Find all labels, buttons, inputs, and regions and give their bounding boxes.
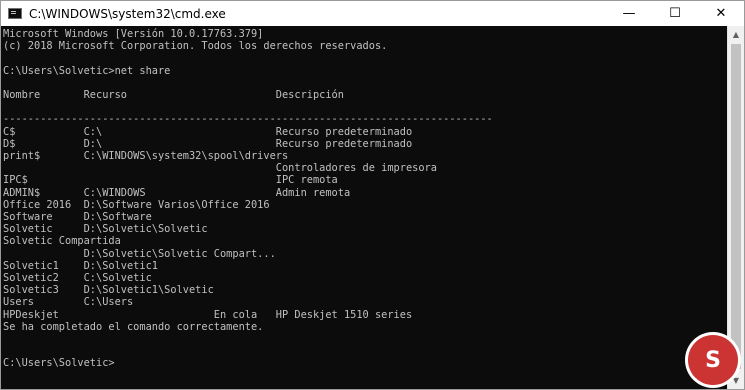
console-text: Microsoft Windows [Versión 10.0.17763.37… (1, 26, 727, 370)
cmd-window: C:\WINDOWS\system32\cmd.exe — ☐ ✕ Micros… (0, 0, 745, 390)
console-line: Office 2016 D:\Software Varios\Office 20… (3, 198, 270, 211)
console-line: Solvetic D:\Solvetic\Solvetic (3, 223, 208, 236)
title-bar[interactable]: C:\WINDOWS\system32\cmd.exe — ☐ ✕ (1, 1, 744, 26)
console-output[interactable]: Microsoft Windows [Versión 10.0.17763.37… (1, 26, 727, 389)
minimize-button[interactable]: — (606, 1, 652, 26)
console-line: Solvetic Compartida (3, 235, 121, 248)
scroll-up-arrow-icon[interactable]: ▲ (728, 26, 744, 43)
console-line: ----------------------------------------… (3, 113, 493, 126)
vertical-scrollbar[interactable]: ▲ ▼ (727, 26, 744, 389)
window-title: C:\WINDOWS\system32\cmd.exe (29, 6, 226, 21)
console-line: Software D:\Software (3, 211, 152, 224)
console-line: D:\Solvetic\Solvetic Compart... (3, 247, 276, 260)
console-line: Controladores de impresora (3, 162, 437, 175)
console-line: Nombre Recurso Descripción (3, 89, 344, 102)
window-controls: — ☐ ✕ (606, 1, 744, 26)
scrollbar-thumb[interactable] (731, 44, 741, 369)
console-line: Microsoft Windows [Versión 10.0.17763.37… (3, 28, 264, 40)
console-line: HPDeskjet En cola HP Deskjet 1510 series (3, 308, 413, 321)
console-line: Solvetic1 D:\Solvetic1 (3, 259, 158, 272)
console-line: (c) 2018 Microsoft Corporation. Todos lo… (3, 40, 388, 53)
console-line: Se ha completado el comando correctament… (3, 320, 264, 333)
console-line: C:\Users\Solvetic>net share (3, 64, 171, 77)
console-line: IPC$ IPC remota (3, 174, 338, 187)
maximize-button[interactable]: ☐ (652, 1, 698, 26)
console-line: print$ C:\WINDOWS\system32\spool\drivers (3, 150, 289, 163)
console-line: D$ D:\ Recurso predeterminado (3, 137, 413, 150)
console-line: ADMIN$ C:\WINDOWS Admin remota (3, 186, 351, 199)
console-line: Users C:\Users (3, 296, 134, 309)
console-line: Solvetic2 C:\Solvetic (3, 272, 152, 285)
console-line: Solvetic3 D:\Solvetic1\Solvetic (3, 284, 214, 297)
console-line: C$ C:\ Recurso predeterminado (3, 125, 413, 138)
cmd-app-icon[interactable] (8, 8, 22, 19)
solvetic-logo-icon: S (688, 335, 738, 385)
console-line: C:\Users\Solvetic> (3, 357, 115, 370)
close-button[interactable]: ✕ (698, 1, 744, 26)
